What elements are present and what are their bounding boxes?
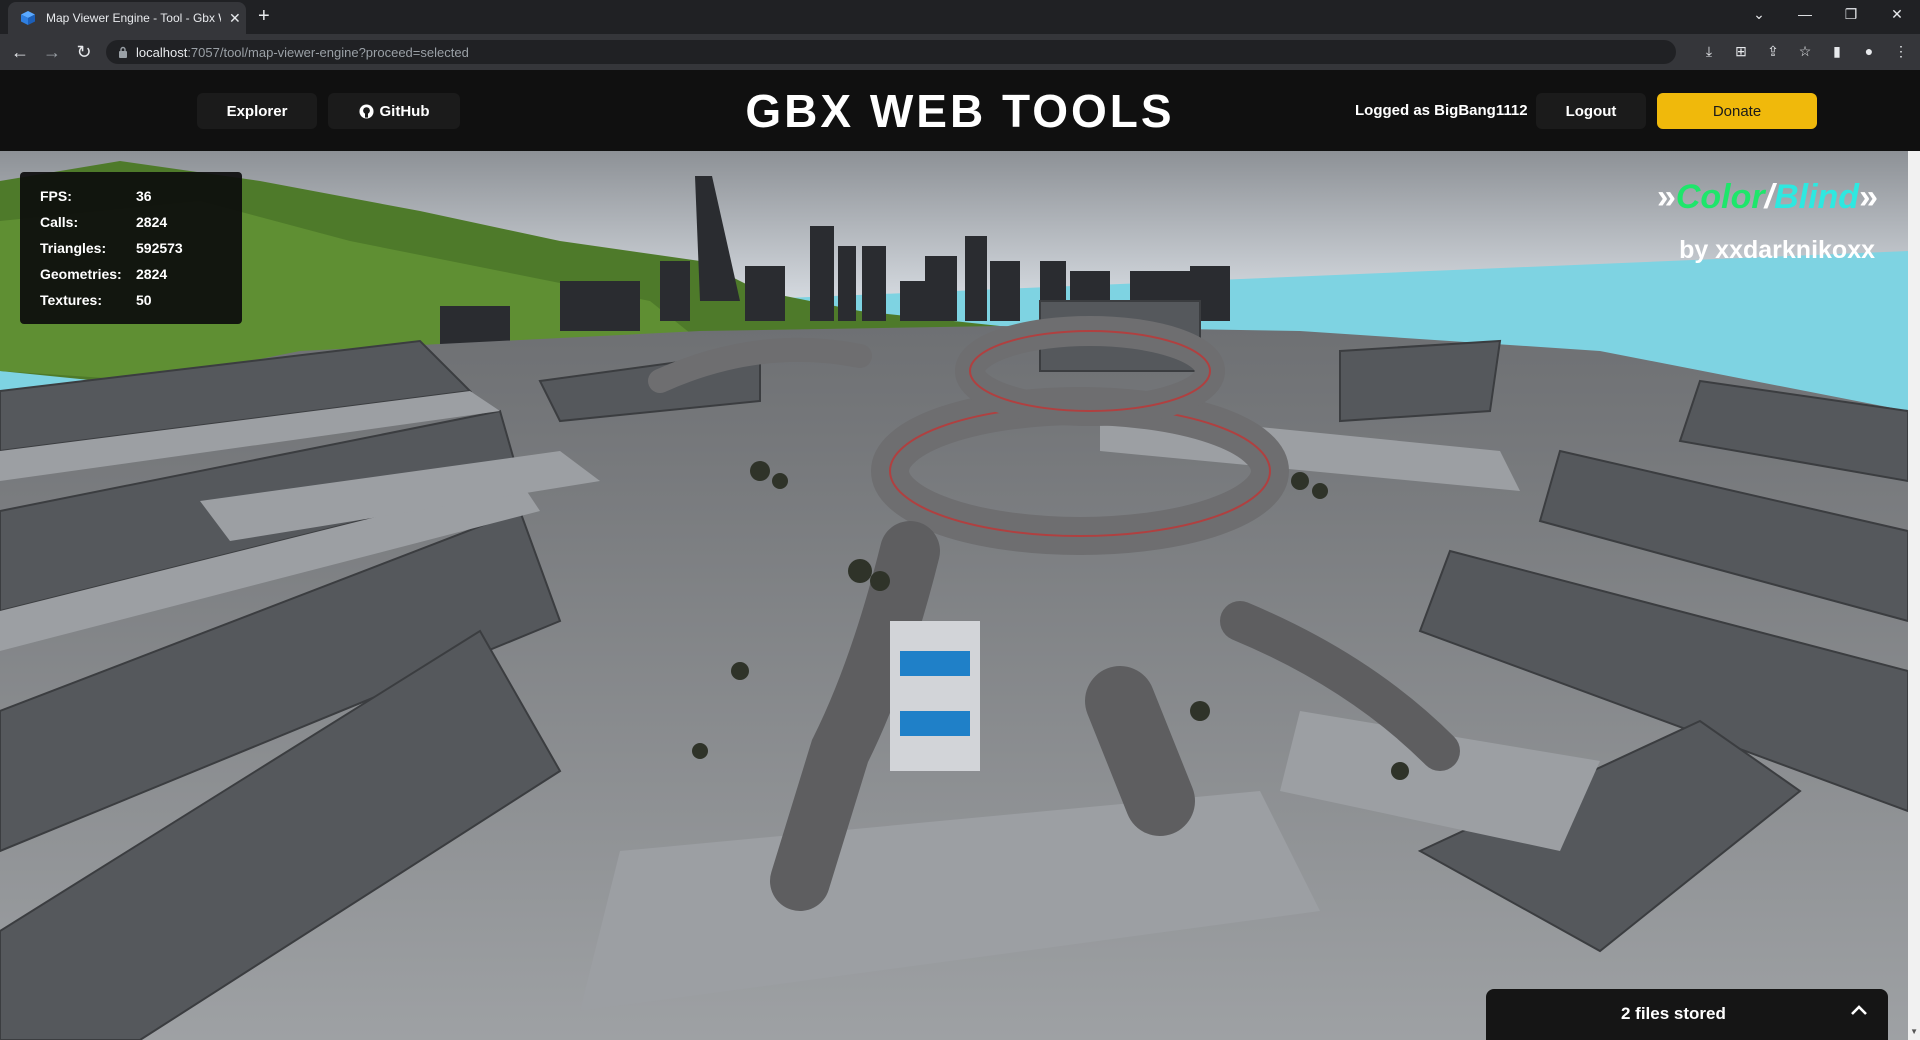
tab-title: Map Viewer Engine - Tool - Gbx Web Tools — [46, 11, 221, 25]
menu-kebab-icon[interactable]: ⋮ — [1892, 42, 1910, 60]
back-icon[interactable]: ← — [8, 42, 32, 63]
stat-value-triangles: 592573 — [136, 240, 183, 256]
translate-icon[interactable]: ⊞ — [1732, 42, 1750, 60]
toolbar-actions: ⤓ ⊞ ⇪ ☆ ▮ ● ⋮ — [1700, 42, 1910, 60]
map-name-separator: / — [1764, 178, 1775, 216]
reload-icon[interactable]: ↻ — [72, 42, 96, 63]
files-stored-panel[interactable]: 2 files stored — [1486, 989, 1888, 1040]
side-panel-icon[interactable]: ▮ — [1828, 42, 1846, 60]
map-render — [0, 151, 1908, 1040]
map-name-chevron-right: » — [1859, 178, 1878, 216]
browser-tab[interactable]: Map Viewer Engine - Tool - Gbx Web Tools… — [8, 2, 246, 34]
minimize-icon[interactable]: — — [1782, 0, 1828, 28]
address-bar[interactable]: localhost:7057/tool/map-viewer-engine?pr… — [106, 40, 1676, 64]
url-host: localhost — [136, 44, 188, 60]
forward-icon[interactable]: → — [40, 42, 64, 63]
files-stored-label: 2 files stored — [1621, 1004, 1726, 1023]
map-3d-viewport[interactable] — [0, 151, 1908, 1040]
install-app-icon[interactable]: ⤓ — [1700, 42, 1718, 60]
lock-icon — [119, 46, 127, 58]
map-name: »Color/Blind» — [1657, 178, 1878, 217]
stat-value-geometries: 2824 — [136, 266, 168, 282]
scroll-down-arrow-icon[interactable]: ▼ — [1910, 1027, 1918, 1036]
stat-label-geometries: Geometries: — [40, 266, 122, 282]
url-text: localhost:7057/tool/map-viewer-engine?pr… — [136, 45, 469, 60]
stat-value-calls: 2824 — [136, 214, 168, 230]
browser-tab-bar: Map Viewer Engine - Tool - Gbx Web Tools… — [0, 0, 1920, 34]
page-scrollbar[interactable]: ▼ — [1908, 151, 1920, 1040]
profile-icon[interactable]: ● — [1860, 42, 1878, 60]
stat-label-calls: Calls: — [40, 214, 79, 230]
cube-favicon-icon — [21, 11, 35, 25]
render-stats-panel: FPS: 36 Calls: 2824 Triangles: 592573 Ge… — [20, 172, 242, 324]
chevron-up-icon[interactable] — [1848, 999, 1870, 1021]
browser-toolbar: ← → ↻ localhost:7057/tool/map-viewer-eng… — [0, 34, 1920, 70]
restore-icon[interactable]: ❐ — [1828, 0, 1874, 28]
tab-search-icon[interactable]: ⌄ — [1736, 0, 1782, 28]
map-name-part2: Blind — [1774, 178, 1860, 216]
central-tower — [890, 621, 980, 771]
stat-label-textures: Textures: — [40, 292, 102, 308]
stat-label-fps: FPS: — [40, 188, 72, 204]
stat-value-fps: 36 — [136, 188, 152, 204]
stat-label-triangles: Triangles: — [40, 240, 107, 256]
site-header: Explorer GitHub GBX WEB TOOLS Logged as … — [0, 70, 1920, 151]
tab-close-icon[interactable]: ✕ — [229, 10, 241, 27]
window-close-icon[interactable]: ✕ — [1874, 0, 1920, 28]
logged-in-text: Logged as BigBang1112 — [1355, 102, 1528, 119]
map-name-part1: Color — [1675, 178, 1765, 216]
donate-button[interactable]: Donate — [1657, 93, 1817, 129]
bookmark-star-icon[interactable]: ☆ — [1796, 42, 1814, 60]
window-controls: ⌄ — ❐ ✕ — [1736, 0, 1920, 28]
share-icon[interactable]: ⇪ — [1764, 42, 1782, 60]
map-author: by xxdarknikoxx — [1679, 236, 1875, 264]
map-name-chevron-left: » — [1656, 178, 1676, 216]
new-tab-icon[interactable]: + — [258, 5, 270, 28]
logout-button[interactable]: Logout — [1536, 93, 1646, 129]
stat-value-textures: 50 — [136, 292, 152, 308]
url-path: :7057/tool/map-viewer-engine?proceed=sel… — [187, 44, 469, 60]
